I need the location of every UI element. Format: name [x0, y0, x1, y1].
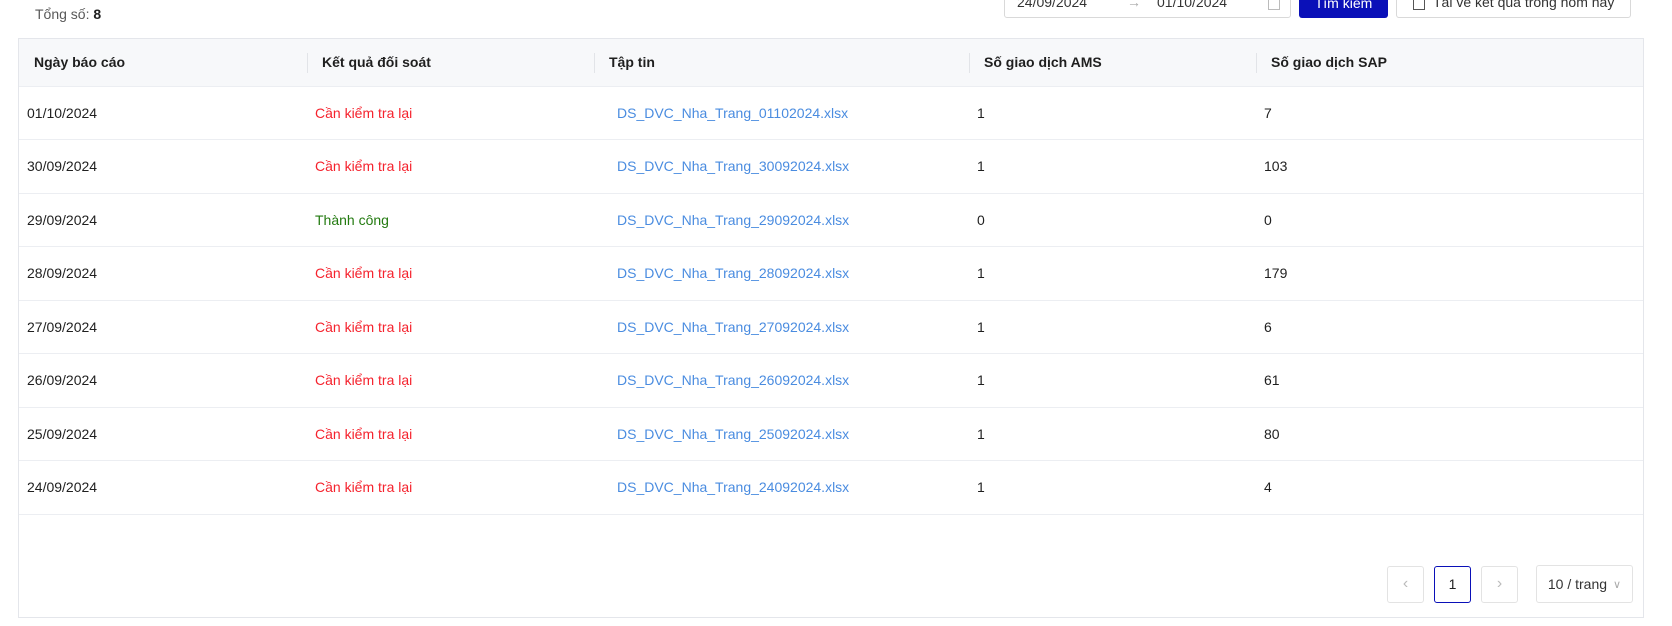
- cell-ams-count: 1: [977, 104, 985, 121]
- cell-result-status: Cần kiểm tra lại: [315, 265, 413, 282]
- download-today-button[interactable]: Tải về kết quả trong hôm nay: [1396, 0, 1631, 18]
- table-header-row: Ngày báo cáo Kết quả đối soát Tập tin Số…: [19, 39, 1643, 87]
- calendar-icon[interactable]: [1268, 0, 1280, 10]
- column-divider: [1256, 53, 1257, 73]
- cell-sap-count: 179: [1264, 265, 1288, 282]
- table-row: 26/09/2024 Cần kiểm tra lại DS_DVC_Nha_Tra…: [19, 354, 1643, 408]
- cell-report-date: 29/09/2024: [27, 211, 98, 228]
- results-table-card: Ngày báo cáo Kết quả đối soát Tập tin Số…: [18, 38, 1644, 618]
- file-link[interactable]: DS_DVC_Nha_Trang_30092024.xlsx: [602, 158, 849, 174]
- total-value: 8: [93, 6, 102, 22]
- page-size-select[interactable]: 10 / trang ∨: [1536, 565, 1633, 603]
- cell-report-date: 01/10/2024: [27, 104, 98, 121]
- cell-report-date: 28/09/2024: [27, 265, 98, 282]
- date-separator-icon: →: [1127, 0, 1141, 10]
- pagination: ‹ 1 › 10 / trang ∨: [1387, 565, 1633, 603]
- search-button[interactable]: Tìm kiếm: [1299, 0, 1388, 18]
- cell-sap-count: 4: [1264, 479, 1272, 496]
- date-to-input[interactable]: 01/10/2024: [1157, 0, 1268, 10]
- cell-result-status: Cần kiểm tra lại: [315, 479, 413, 496]
- column-header-result[interactable]: Kết quả đối soát: [307, 39, 594, 87]
- cell-sap-count: 61: [1264, 372, 1280, 389]
- cell-file: DS_DVC_Nha_Trang_24092024.xlsx: [594, 461, 969, 515]
- next-page-button[interactable]: ›: [1481, 565, 1518, 603]
- column-divider: [307, 53, 308, 73]
- cell-file: DS_DVC_Nha_Trang_27092024.xlsx: [594, 300, 969, 354]
- file-link[interactable]: DS_DVC_Nha_Trang_29092024.xlsx: [602, 212, 849, 228]
- cell-sap-count: 80: [1264, 425, 1280, 442]
- cell-result-status: Cần kiểm tra lại: [315, 158, 413, 175]
- cell-ams-count: 1: [977, 318, 985, 335]
- cell-file: DS_DVC_Nha_Trang_28092024.xlsx: [594, 247, 969, 301]
- column-header-sap-count[interactable]: Số giao dịch SAP: [1256, 39, 1643, 87]
- cell-result-status: Cần kiểm tra lại: [315, 425, 413, 442]
- cell-report-date: 27/09/2024: [27, 318, 98, 335]
- cell-sap-count: 103: [1264, 158, 1288, 175]
- cell-ams-count: 0: [977, 211, 985, 228]
- table-row: 30/09/2024 Cần kiểm tra lại DS_DVC_Nha_Tra…: [19, 140, 1643, 194]
- file-link[interactable]: DS_DVC_Nha_Trang_01102024.xlsx: [602, 105, 848, 121]
- cell-ams-count: 1: [977, 265, 985, 282]
- column-header-ams-count[interactable]: Số giao dịch AMS: [969, 39, 1256, 87]
- column-header-file[interactable]: Tập tin: [594, 39, 969, 87]
- file-link[interactable]: DS_DVC_Nha_Trang_24092024.xlsx: [602, 479, 849, 495]
- page-button-1[interactable]: 1: [1434, 565, 1471, 603]
- cell-sap-count: 7: [1264, 104, 1272, 121]
- table-row: 28/09/2024 Cần kiểm tra lại DS_DVC_Nha_Tra…: [19, 247, 1643, 301]
- file-link[interactable]: DS_DVC_Nha_Trang_28092024.xlsx: [602, 265, 849, 281]
- cell-report-date: 24/09/2024: [27, 479, 98, 496]
- prev-page-button[interactable]: ‹: [1387, 565, 1424, 603]
- table-row: 25/09/2024 Cần kiểm tra lại DS_DVC_Nha_Tra…: [19, 407, 1643, 461]
- toolbar: 24/09/2024 → 01/10/2024 Tìm kiếm Tải về …: [1004, 0, 1631, 18]
- download-label: Tải về kết quả trong hôm nay: [1433, 0, 1615, 10]
- column-header-report-date[interactable]: Ngày báo cáo: [19, 39, 307, 87]
- cell-file: DS_DVC_Nha_Trang_29092024.xlsx: [594, 193, 969, 247]
- page-size-value: 10 / trang: [1547, 576, 1608, 592]
- chevron-left-icon: ‹: [1402, 575, 1409, 592]
- cell-report-date: 25/09/2024: [27, 425, 98, 442]
- cell-ams-count: 1: [977, 158, 985, 175]
- cell-result-status: Cần kiểm tra lại: [315, 318, 413, 335]
- cell-ams-count: 1: [977, 372, 985, 389]
- date-from-input[interactable]: 24/09/2024: [1017, 0, 1127, 10]
- column-divider: [969, 53, 970, 73]
- download-icon: [1413, 0, 1425, 10]
- cell-file: DS_DVC_Nha_Trang_26092024.xlsx: [594, 354, 969, 408]
- reconciliation-table: Ngày báo cáo Kết quả đối soát Tập tin Số…: [19, 39, 1643, 515]
- file-link[interactable]: DS_DVC_Nha_Trang_27092024.xlsx: [602, 319, 849, 335]
- cell-file: DS_DVC_Nha_Trang_01102024.xlsx: [594, 86, 969, 140]
- cell-ams-count: 1: [977, 479, 985, 496]
- table-body: 01/10/2024 Cần kiểm tra lại DS_DVC_Nha_Tra…: [19, 86, 1643, 514]
- date-range-picker[interactable]: 24/09/2024 → 01/10/2024: [1004, 0, 1291, 18]
- total-count: Tổng số: 8: [35, 6, 101, 22]
- cell-result-status: Cần kiểm tra lại: [315, 372, 413, 389]
- cell-report-date: 26/09/2024: [27, 372, 98, 389]
- cell-ams-count: 1: [977, 425, 985, 442]
- cell-sap-count: 0: [1264, 211, 1272, 228]
- cell-sap-count: 6: [1264, 318, 1272, 335]
- file-link[interactable]: DS_DVC_Nha_Trang_26092024.xlsx: [602, 372, 849, 388]
- cell-result-status: Thành công: [315, 211, 389, 228]
- chevron-right-icon: ›: [1496, 575, 1503, 592]
- cell-file: DS_DVC_Nha_Trang_25092024.xlsx: [594, 407, 969, 461]
- table-row: 27/09/2024 Cần kiểm tra lại DS_DVC_Nha_Tra…: [19, 300, 1643, 354]
- table-row: 24/09/2024 Cần kiểm tra lại DS_DVC_Nha_Tra…: [19, 461, 1643, 515]
- table-row: 01/10/2024 Cần kiểm tra lại DS_DVC_Nha_Tra…: [19, 86, 1643, 140]
- column-divider: [594, 53, 595, 73]
- cell-file: DS_DVC_Nha_Trang_30092024.xlsx: [594, 140, 969, 194]
- chevron-down-icon: ∨: [1613, 578, 1622, 591]
- cell-result-status: Cần kiểm tra lại: [315, 104, 413, 121]
- file-link[interactable]: DS_DVC_Nha_Trang_25092024.xlsx: [602, 426, 849, 442]
- table-row: 29/09/2024 Thành công DS_DVC_Nha_Trang_290…: [19, 193, 1643, 247]
- cell-report-date: 30/09/2024: [27, 158, 98, 175]
- total-label: Tổng số:: [35, 6, 90, 22]
